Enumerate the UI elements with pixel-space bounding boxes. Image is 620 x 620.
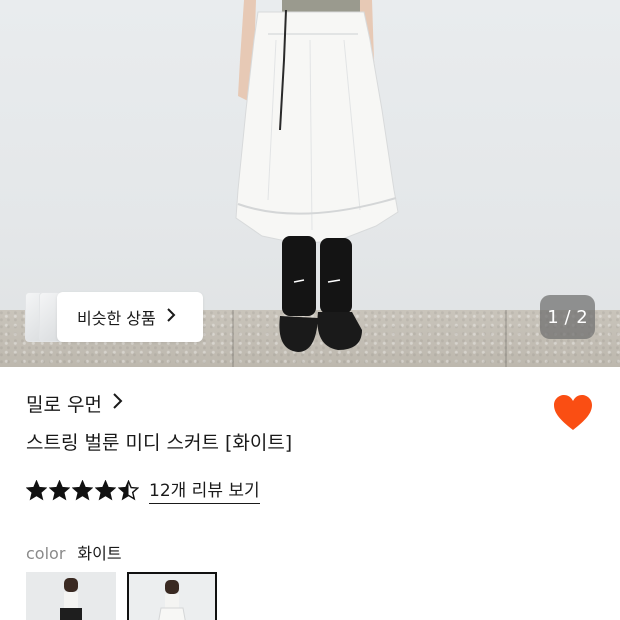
color-value: 화이트 <box>77 544 122 563</box>
image-counter: 1 / 2 <box>540 295 595 339</box>
product-image-gallery[interactable]: 비슷한 상품 1 / 2 <box>0 0 620 367</box>
brand-link[interactable]: 밀로 우먼 <box>26 390 123 417</box>
rating-stars <box>25 479 140 501</box>
color-option-thumbnail[interactable] <box>26 572 116 620</box>
review-link[interactable]: 12개 리뷰 보기 <box>149 476 260 504</box>
similar-products-label: 비슷한 상품 <box>77 309 156 328</box>
star-icon <box>48 479 71 501</box>
chevron-right-icon <box>166 307 176 327</box>
similar-products-button[interactable]: 비슷한 상품 <box>57 292 203 342</box>
star-icon <box>71 479 94 501</box>
brand-name: 밀로 우먼 <box>26 394 102 416</box>
product-title: 스트링 벌룬 미디 스커트 [화이트] <box>26 432 293 454</box>
color-option-thumbnail-selected[interactable] <box>127 572 217 620</box>
rating-row: 12개 리뷰 보기 <box>25 476 260 504</box>
star-icon <box>117 479 140 501</box>
wishlist-heart-icon[interactable] <box>552 393 594 433</box>
color-option-row: color 화이트 <box>26 540 122 564</box>
color-label: color <box>26 544 66 563</box>
star-icon <box>25 479 48 501</box>
chevron-right-icon <box>112 392 123 415</box>
star-icon <box>94 479 117 501</box>
